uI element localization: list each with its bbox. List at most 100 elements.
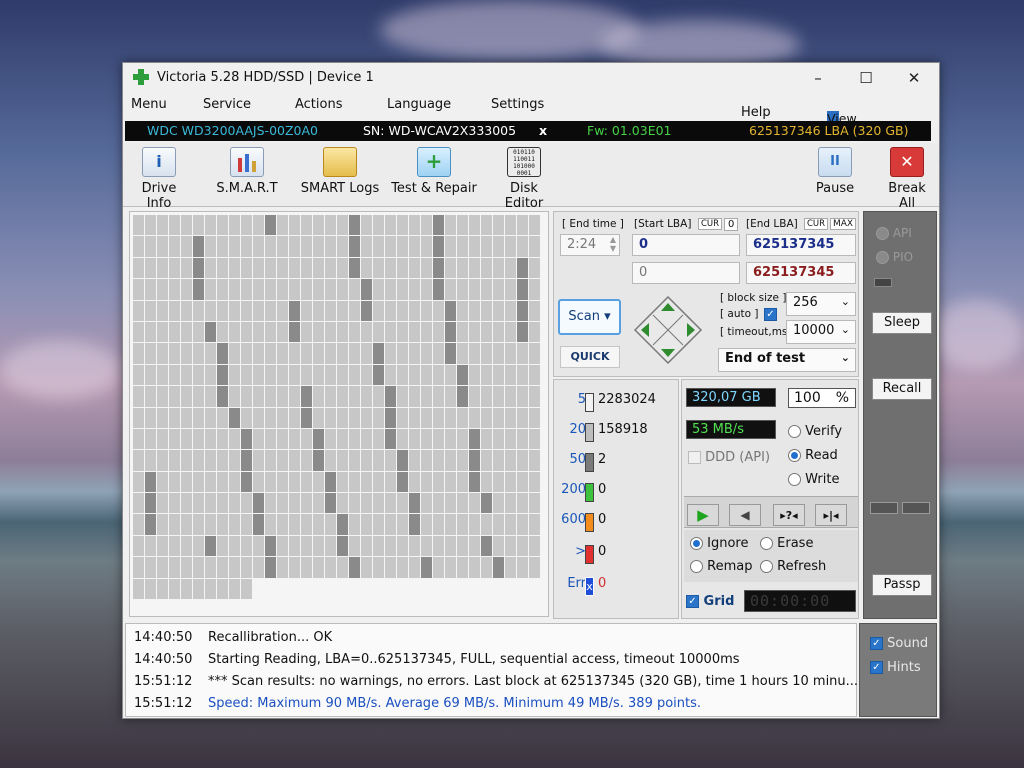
remap-radio[interactable]: Remap bbox=[690, 559, 752, 574]
pio-radio[interactable]: PIO bbox=[876, 250, 913, 264]
scan-block bbox=[337, 493, 348, 514]
scan-block bbox=[349, 321, 360, 343]
scan-block bbox=[217, 557, 228, 578]
scan-block bbox=[349, 428, 360, 450]
timeout-select[interactable]: 10000 ⌄ bbox=[786, 320, 856, 344]
scan-block bbox=[157, 578, 168, 600]
end-lba-input[interactable]: 625137345 bbox=[746, 234, 856, 256]
scan-block bbox=[433, 471, 444, 493]
direction-pad[interactable] bbox=[633, 295, 703, 365]
scan-block bbox=[253, 514, 264, 535]
device-close-icon[interactable]: x bbox=[539, 123, 547, 138]
menu-item-language[interactable]: Language bbox=[387, 97, 451, 112]
scan-block bbox=[133, 493, 144, 514]
test-repair-button[interactable]: + Test & Repair bbox=[391, 145, 477, 203]
scan-block bbox=[457, 300, 468, 321]
menu-item-settings[interactable]: Settings bbox=[491, 97, 544, 112]
recall-button[interactable]: Recall bbox=[872, 378, 932, 400]
device-model[interactable]: WDC WD3200AAJS-00Z0A0 bbox=[147, 123, 318, 138]
verify-radio[interactable]: Verify bbox=[788, 424, 842, 439]
break-all-button[interactable]: ✕ Break All bbox=[879, 145, 935, 211]
scan-block bbox=[433, 428, 444, 450]
scan-block bbox=[133, 257, 144, 279]
start-lba-input[interactable]: 0 bbox=[632, 234, 740, 256]
block-size-select[interactable]: 256 ⌄ bbox=[786, 292, 856, 316]
smart-button[interactable]: S.M.A.R.T bbox=[215, 145, 279, 203]
scan-block bbox=[157, 471, 168, 493]
scan-block bbox=[445, 215, 456, 236]
scan-block bbox=[217, 514, 228, 535]
grid-checkbox[interactable]: ✓ Grid bbox=[686, 594, 734, 609]
pause-button[interactable]: II Pause bbox=[813, 145, 857, 203]
stop-x-icon: ✕ bbox=[890, 147, 924, 177]
start-zero-button[interactable]: 0 bbox=[724, 218, 739, 231]
scan-block bbox=[409, 236, 420, 257]
scan-block bbox=[505, 557, 516, 578]
menu-item-service[interactable]: Service bbox=[203, 97, 251, 112]
auto-checkbox[interactable]: ✓ bbox=[764, 308, 777, 321]
scan-block bbox=[133, 364, 144, 386]
scan-block bbox=[529, 300, 540, 321]
write-radio[interactable]: Write bbox=[788, 472, 839, 487]
api-radio[interactable]: API bbox=[876, 226, 912, 240]
scan-block bbox=[265, 321, 276, 343]
menu-item-actions[interactable]: Actions bbox=[295, 97, 343, 112]
scan-block bbox=[145, 279, 156, 300]
hints-label: Hints bbox=[887, 660, 921, 675]
end-time-field[interactable]: 2:24 ▲ ▼ bbox=[560, 234, 620, 256]
histogram-count: 2283024 bbox=[598, 392, 656, 407]
hints-checkbox[interactable]: ✓ Hints bbox=[870, 660, 921, 675]
scan-block bbox=[397, 579, 408, 599]
scan-block bbox=[229, 321, 240, 343]
sound-checkbox[interactable]: ✓ Sound bbox=[870, 636, 928, 651]
end-max-button[interactable]: MAX bbox=[830, 218, 857, 230]
scan-block bbox=[505, 300, 516, 321]
scan-block bbox=[277, 364, 288, 386]
random-seek-button[interactable]: ▸?◂ bbox=[773, 504, 805, 526]
scan-block bbox=[457, 557, 468, 578]
event-log[interactable]: 14:40:50 Recallibration... OK 14:40:50 Star… bbox=[125, 623, 858, 717]
histogram-count: 0 bbox=[598, 482, 607, 497]
erase-radio[interactable]: Erase bbox=[760, 536, 813, 551]
scan-block bbox=[337, 386, 348, 407]
quick-button[interactable]: QUICK bbox=[560, 346, 620, 368]
scan-button[interactable]: Scan ▾ bbox=[558, 299, 621, 335]
ignore-label: Ignore bbox=[707, 536, 749, 551]
histogram-threshold: > bbox=[575, 544, 586, 559]
read-radio[interactable]: Read bbox=[788, 448, 838, 463]
scan-block bbox=[217, 450, 228, 471]
butterfly-button[interactable]: ▸|◂ bbox=[815, 504, 847, 526]
disk-editor-button[interactable]: 010110 110011 101000 0001 Disk Editor bbox=[491, 145, 557, 211]
close-button[interactable]: ✕ bbox=[899, 67, 929, 89]
sleep-button[interactable]: Sleep bbox=[872, 312, 932, 334]
drive-info-button[interactable]: i Drive Info bbox=[129, 145, 189, 211]
start-cur-button[interactable]: CUR bbox=[698, 218, 723, 230]
spin-arrows-icon[interactable]: ▲ ▼ bbox=[610, 235, 616, 253]
menu-item-menu[interactable]: Menu bbox=[131, 97, 167, 112]
scan-block bbox=[361, 215, 372, 236]
ignore-radio[interactable]: Ignore bbox=[690, 536, 748, 551]
passp-button[interactable]: Passp bbox=[872, 574, 932, 596]
scan-block bbox=[169, 257, 180, 279]
erase-radio-icon bbox=[760, 537, 773, 550]
after-test-select[interactable]: End of test ⌄ bbox=[718, 348, 856, 372]
scan-block bbox=[145, 236, 156, 257]
scan-block bbox=[517, 279, 528, 300]
pause-label: Pause bbox=[815, 181, 855, 196]
end-lba-label: [End LBA] bbox=[746, 218, 798, 230]
minimize-button[interactable]: – bbox=[803, 67, 833, 89]
maximize-button[interactable]: ☐ bbox=[851, 67, 881, 89]
scan-block bbox=[433, 343, 444, 364]
scan-block bbox=[493, 535, 504, 557]
scan-block bbox=[277, 236, 288, 257]
ddd-api-checkbox[interactable]: DDD (API) bbox=[688, 450, 770, 465]
play-button[interactable]: ▶ bbox=[687, 504, 719, 526]
scan-block bbox=[193, 578, 204, 600]
menu-item-help[interactable]: Help bbox=[741, 105, 771, 120]
scan-block bbox=[373, 343, 384, 364]
refresh-radio[interactable]: Refresh bbox=[760, 559, 826, 574]
back-button[interactable]: ◀ bbox=[729, 504, 761, 526]
smart-logs-button[interactable]: SMART Logs bbox=[299, 145, 381, 203]
end-cur-button[interactable]: CUR bbox=[804, 218, 829, 230]
start-lba-label: [Start LBA] bbox=[634, 218, 692, 230]
